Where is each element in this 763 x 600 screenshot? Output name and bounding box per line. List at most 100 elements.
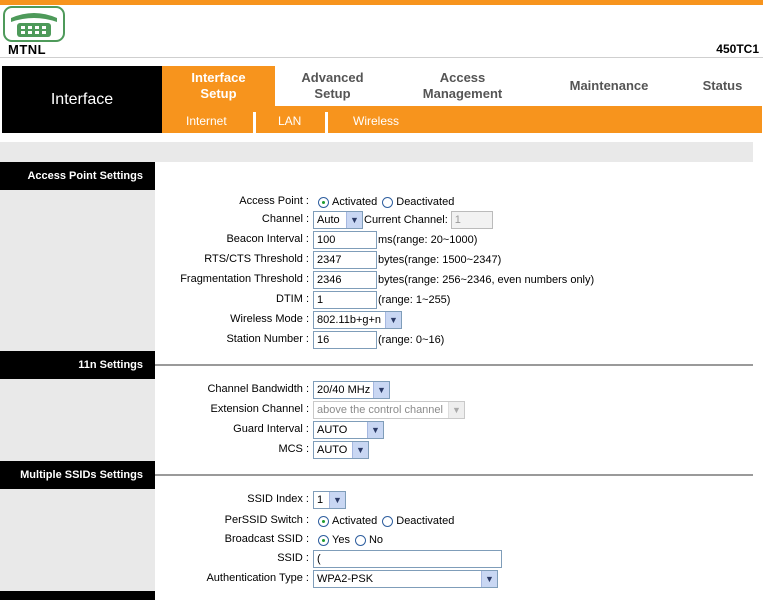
broadcast-yes-radio[interactable]	[318, 534, 329, 546]
dtim-label: DTIM :	[276, 293, 309, 305]
row-mcs: MCS : AUTO ▼	[155, 440, 755, 460]
tab-interface-setup[interactable]: Interface Setup	[162, 66, 275, 106]
current-channel-label: Current Channel:	[364, 214, 448, 226]
station-number-note: (range: 0~16)	[378, 334, 445, 346]
access-point-deactivated-label: Deactivated	[396, 196, 455, 208]
chevron-down-icon: ▼	[481, 571, 497, 587]
row-dtim: DTIM : 1 (range: 1~255)	[155, 290, 755, 310]
broadcast-no-label: No	[368, 534, 384, 546]
section-header-multiple-ssids: Multiple SSIDs Settings	[0, 461, 155, 489]
chevron-down-icon: ▼	[448, 402, 464, 418]
beacon-interval-input[interactable]: 100	[313, 231, 377, 249]
mtnl-logo-icon	[3, 6, 65, 42]
main-nav: Interface Setup Advanced Setup Access Manag…	[162, 66, 762, 106]
sub-nav: Internet LAN Wireless	[162, 106, 762, 133]
channel-bandwidth-select[interactable]: 20/40 MHz ▼	[313, 381, 390, 399]
row-ssid: SSID : (	[155, 549, 755, 569]
chevron-down-icon: ▼	[373, 382, 389, 398]
tab-access-management[interactable]: Access Management	[390, 66, 535, 106]
perssid-activated-label: Activated	[332, 515, 378, 527]
header-divider	[0, 57, 763, 58]
guard-interval-label: Guard Interval :	[233, 423, 309, 435]
subnav-separator	[253, 112, 256, 133]
tab-maintenance[interactable]: Maintenance	[535, 66, 683, 106]
broadcast-ssid-label: Broadcast SSID :	[224, 533, 309, 545]
row-station-number: Station Number : 16 (range: 0~16)	[155, 330, 755, 350]
subtab-lan[interactable]: LAN	[278, 114, 301, 128]
authentication-type-select[interactable]: WPA2-PSK ▼	[313, 570, 498, 588]
subtab-internet[interactable]: Internet	[186, 114, 227, 128]
access-point-deactivated-radio[interactable]	[382, 196, 394, 208]
dtim-note: (range: 1~255)	[378, 294, 451, 306]
authentication-type-label: Authentication Type :	[206, 572, 309, 584]
chevron-down-icon: ▼	[352, 442, 368, 458]
row-channel-bandwidth: Channel Bandwidth : 20/40 MHz ▼	[155, 380, 755, 400]
beacon-interval-label: Beacon Interval :	[226, 233, 309, 245]
row-access-point: Access Point : Activated Deactivated	[155, 192, 755, 212]
device-model: 450TC1	[716, 42, 759, 56]
rts-threshold-label: RTS/CTS Threshold :	[204, 253, 309, 265]
section-header-11n: 11n Settings	[0, 351, 155, 379]
guard-interval-select[interactable]: AUTO ▼	[313, 421, 384, 439]
mcs-select[interactable]: AUTO ▼	[313, 441, 369, 459]
extension-channel-label: Extension Channel :	[210, 403, 309, 415]
access-point-activated-label: Activated	[332, 196, 378, 208]
row-guard-interval: Guard Interval : AUTO ▼	[155, 420, 755, 440]
brand-name: MTNL	[8, 42, 47, 57]
chevron-down-icon: ▼	[367, 422, 383, 438]
row-authentication-type: Authentication Type : WPA2-PSK ▼	[155, 569, 755, 589]
station-number-label: Station Number :	[226, 333, 309, 345]
left-label-column	[0, 162, 155, 600]
access-point-label: Access Point :	[239, 195, 309, 207]
section-title: Interface	[2, 66, 162, 133]
dtim-input[interactable]: 1	[313, 291, 377, 309]
mcs-label: MCS :	[278, 443, 309, 455]
chevron-down-icon: ▼	[346, 212, 362, 228]
rts-threshold-note: bytes(range: 1500~2347)	[378, 254, 502, 266]
row-ssid-index: SSID Index : 1 ▼	[155, 490, 755, 510]
row-perssid-switch: PerSSID Switch : Activated Deactivated	[155, 511, 755, 531]
row-wireless-mode: Wireless Mode : 802.11b+g+n ▼	[155, 310, 755, 330]
broadcast-no-radio[interactable]	[354, 534, 366, 546]
row-fragmentation-threshold: Fragmentation Threshold : 2346 bytes(ran…	[155, 270, 755, 290]
tab-status[interactable]: Status	[683, 66, 762, 106]
ssid-index-select[interactable]: 1 ▼	[313, 491, 346, 509]
current-channel-field: 1	[450, 211, 493, 229]
content-top-bar	[0, 142, 753, 162]
row-broadcast-ssid: Broadcast SSID : Yes No	[155, 530, 755, 550]
perssid-activated-radio[interactable]	[318, 515, 329, 527]
row-rts-threshold: RTS/CTS Threshold : 2347 bytes(range: 15…	[155, 250, 755, 270]
beacon-interval-note: ms(range: 20~1000)	[378, 234, 478, 246]
chevron-down-icon: ▼	[385, 312, 401, 328]
top-accent-bar	[0, 0, 763, 5]
channel-bandwidth-label: Channel Bandwidth :	[207, 383, 309, 395]
broadcast-yes-label: Yes	[332, 534, 350, 546]
extension-channel-select: above the control channel ▼	[313, 401, 465, 419]
section-divider	[155, 474, 753, 476]
fragmentation-threshold-note: bytes(range: 256~2346, even numbers only…	[378, 274, 595, 286]
fragmentation-threshold-label: Fragmentation Threshold :	[180, 273, 309, 285]
ssid-input[interactable]: (	[313, 550, 502, 568]
section-header-next	[0, 591, 155, 600]
ssid-index-label: SSID Index :	[247, 493, 309, 505]
row-extension-channel: Extension Channel : above the control ch…	[155, 400, 755, 420]
ssid-label: SSID :	[277, 552, 309, 564]
perssid-deactivated-label: Deactivated	[396, 515, 455, 527]
access-point-activated-radio[interactable]	[318, 196, 329, 208]
wireless-mode-select[interactable]: 802.11b+g+n ▼	[313, 311, 402, 329]
perssid-deactivated-radio[interactable]	[382, 515, 394, 527]
section-divider	[155, 364, 753, 366]
chevron-down-icon: ▼	[329, 492, 345, 508]
wireless-mode-label: Wireless Mode :	[230, 313, 309, 325]
fragmentation-threshold-input[interactable]: 2346	[313, 271, 377, 289]
subtab-wireless[interactable]: Wireless	[353, 114, 399, 128]
perssid-switch-label: PerSSID Switch :	[224, 514, 309, 526]
channel-select[interactable]: Auto ▼	[313, 211, 363, 229]
station-number-input[interactable]: 16	[313, 331, 377, 349]
channel-label: Channel :	[261, 213, 309, 225]
row-beacon-interval: Beacon Interval : 100 ms(range: 20~1000)	[155, 230, 755, 250]
subnav-separator	[325, 112, 328, 133]
tab-advanced-setup[interactable]: Advanced Setup	[275, 66, 390, 106]
section-header-access-point: Access Point Settings	[0, 162, 155, 190]
rts-threshold-input[interactable]: 2347	[313, 251, 377, 269]
